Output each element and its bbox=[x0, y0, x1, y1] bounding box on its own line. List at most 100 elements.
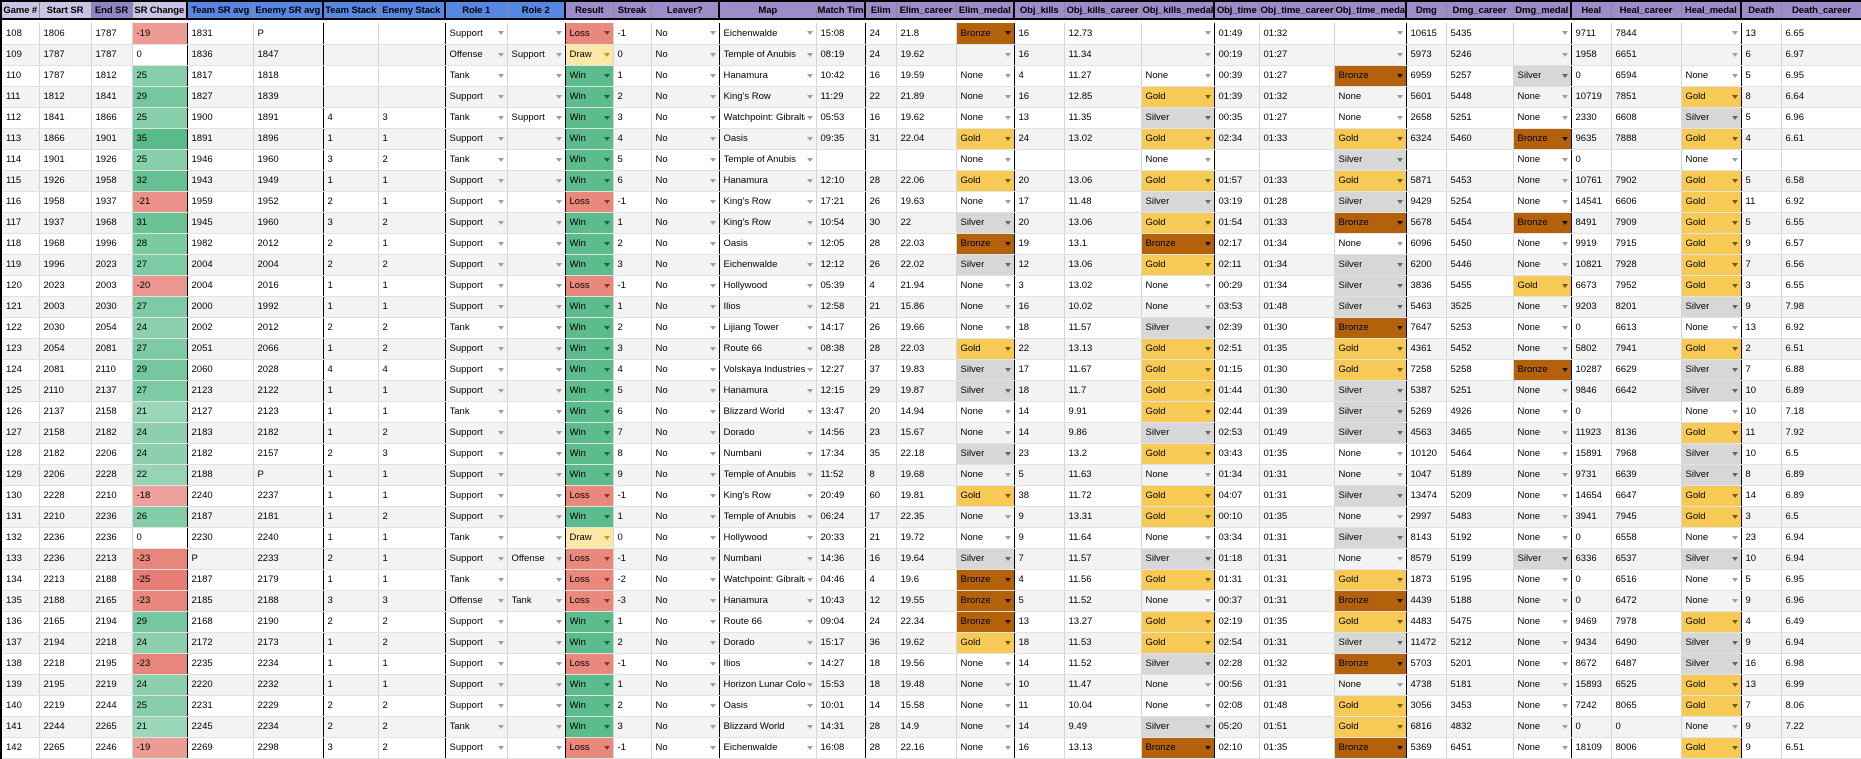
cell-obj_time_medal[interactable]: Gold bbox=[1334, 359, 1407, 381]
cell-streak[interactable]: 1 bbox=[613, 296, 652, 318]
cell-heal_medal[interactable]: Gold bbox=[1681, 485, 1742, 507]
cell-death_career[interactable]: 7.22 bbox=[1781, 716, 1861, 738]
cell-role1[interactable]: Support bbox=[445, 737, 508, 759]
cell-obj_kills_career[interactable]: 13.13 bbox=[1064, 338, 1142, 360]
cell-obj_kills_career[interactable]: 11.53 bbox=[1064, 632, 1142, 654]
cell-sr_change[interactable]: 25 bbox=[132, 65, 188, 87]
cell-heal[interactable]: 0 bbox=[1571, 149, 1612, 171]
cell-map[interactable]: Watchpoint: Gibraltar bbox=[719, 569, 817, 591]
cell-obj_kills_career[interactable]: 11.7 bbox=[1064, 380, 1142, 402]
cell-game[interactable]: 138 bbox=[0, 653, 40, 675]
cell-team_stack[interactable]: 1 bbox=[323, 527, 379, 549]
cell-leaver[interactable]: No bbox=[651, 212, 720, 234]
cell-team_stack[interactable]: 3 bbox=[323, 737, 379, 759]
cell-start_sr[interactable]: 1787 bbox=[39, 44, 92, 66]
cell-end_sr[interactable]: 2081 bbox=[91, 338, 133, 360]
cell-role2[interactable] bbox=[507, 170, 566, 192]
cell-heal_career[interactable]: 6651 bbox=[1611, 44, 1682, 66]
cell-end_sr[interactable]: 2165 bbox=[91, 590, 133, 612]
cell-obj_kills_medal[interactable]: Gold bbox=[1141, 128, 1215, 150]
cell-heal[interactable]: 2330 bbox=[1571, 107, 1612, 129]
cell-dmg_career[interactable]: 5446 bbox=[1446, 254, 1514, 276]
cell-obj_kills[interactable]: 9 bbox=[1014, 506, 1065, 528]
cell-team_stack[interactable]: 1 bbox=[323, 275, 379, 297]
cell-match_time[interactable]: 05:53 bbox=[816, 107, 866, 129]
cell-death[interactable]: 9 bbox=[1741, 737, 1782, 759]
cell-match_time[interactable]: 15:53 bbox=[816, 674, 866, 696]
cell-result[interactable]: Win bbox=[565, 296, 614, 318]
cell-result[interactable]: Loss bbox=[565, 23, 614, 45]
cell-role1[interactable]: Support bbox=[445, 506, 508, 528]
cell-team_stack[interactable] bbox=[323, 86, 379, 108]
cell-team_stack[interactable]: 2 bbox=[323, 191, 379, 213]
cell-obj_kills[interactable]: 18 bbox=[1014, 632, 1065, 654]
cell-elim_medal[interactable]: Silver bbox=[956, 380, 1015, 402]
cell-match_time[interactable]: 10:54 bbox=[816, 212, 866, 234]
cell-map[interactable]: Dorado bbox=[719, 422, 817, 444]
cell-role2[interactable] bbox=[507, 359, 566, 381]
cell-obj_time[interactable]: 02:53 bbox=[1214, 422, 1260, 444]
cell-enemy_stack[interactable]: 2 bbox=[378, 506, 446, 528]
cell-role2[interactable] bbox=[507, 632, 566, 654]
cell-heal[interactable]: 0 bbox=[1571, 65, 1612, 87]
cell-start_sr[interactable]: 2236 bbox=[39, 548, 92, 570]
cell-leaver[interactable]: No bbox=[651, 464, 720, 486]
cell-dmg_career[interactable]: 5258 bbox=[1446, 359, 1514, 381]
cell-result[interactable]: Win bbox=[565, 170, 614, 192]
cell-sr_change[interactable]: -21 bbox=[132, 191, 188, 213]
cell-enemy_stack[interactable]: 2 bbox=[378, 317, 446, 339]
cell-result[interactable]: Win bbox=[565, 149, 614, 171]
cell-enemy_stack[interactable]: 1 bbox=[378, 485, 446, 507]
cell-leaver[interactable]: No bbox=[651, 254, 720, 276]
cell-obj_time[interactable]: 02:54 bbox=[1214, 632, 1260, 654]
cell-heal[interactable]: 15893 bbox=[1571, 674, 1612, 696]
cell-leaver[interactable]: No bbox=[651, 527, 720, 549]
cell-obj_time_career[interactable]: 01:35 bbox=[1259, 338, 1335, 360]
cell-enemy_stack[interactable]: 1 bbox=[378, 527, 446, 549]
cell-team_stack[interactable] bbox=[323, 23, 379, 45]
cell-heal_medal[interactable]: Gold bbox=[1681, 422, 1742, 444]
cell-streak[interactable]: -2 bbox=[613, 569, 652, 591]
cell-death_career[interactable]: 6.92 bbox=[1781, 191, 1861, 213]
cell-dmg_career[interactable]: 5452 bbox=[1446, 338, 1514, 360]
cell-dmg_medal[interactable]: Bronze bbox=[1513, 212, 1572, 234]
cell-leaver[interactable]: No bbox=[651, 233, 720, 255]
cell-heal[interactable]: 0 bbox=[1571, 401, 1612, 423]
cell-obj_time[interactable]: 01:44 bbox=[1214, 380, 1260, 402]
cell-map[interactable]: Horizon Lunar Colony bbox=[719, 674, 817, 696]
cell-streak[interactable]: 0 bbox=[613, 527, 652, 549]
cell-elim_medal[interactable]: None bbox=[956, 296, 1015, 318]
cell-death[interactable]: 13 bbox=[1741, 23, 1782, 45]
cell-obj_kills_career[interactable]: 13.06 bbox=[1064, 212, 1142, 234]
cell-enemy_sr_avg[interactable]: 1847 bbox=[253, 44, 324, 66]
cell-team_sr_avg[interactable]: 2187 bbox=[187, 506, 254, 528]
cell-dmg_medal[interactable]: None bbox=[1513, 422, 1572, 444]
cell-heal_career[interactable]: 6537 bbox=[1611, 548, 1682, 570]
cell-enemy_sr_avg[interactable]: 2240 bbox=[253, 527, 324, 549]
cell-team_stack[interactable]: 1 bbox=[323, 170, 379, 192]
cell-elim_medal[interactable]: Bronze bbox=[956, 233, 1015, 255]
cell-dmg_career[interactable]: 6451 bbox=[1446, 737, 1514, 759]
cell-game[interactable]: 130 bbox=[0, 485, 40, 507]
cell-game[interactable]: 124 bbox=[0, 359, 40, 381]
cell-heal_career[interactable]: 6647 bbox=[1611, 485, 1682, 507]
cell-streak[interactable]: 2 bbox=[613, 317, 652, 339]
cell-team_sr_avg[interactable]: 2230 bbox=[187, 527, 254, 549]
cell-end_sr[interactable]: 2236 bbox=[91, 527, 133, 549]
cell-start_sr[interactable]: 1812 bbox=[39, 86, 92, 108]
cell-sr_change[interactable]: -18 bbox=[132, 485, 188, 507]
cell-obj_time_medal[interactable]: Silver bbox=[1334, 527, 1407, 549]
cell-obj_time_medal[interactable]: Silver bbox=[1334, 275, 1407, 297]
cell-obj_time_career[interactable]: 01:27 bbox=[1259, 44, 1335, 66]
cell-role2[interactable] bbox=[507, 317, 566, 339]
cell-streak[interactable]: 2 bbox=[613, 233, 652, 255]
cell-game[interactable]: 127 bbox=[0, 422, 40, 444]
cell-obj_kills_medal[interactable]: Gold bbox=[1141, 401, 1215, 423]
cell-enemy_stack[interactable]: 1 bbox=[378, 653, 446, 675]
cell-sr_change[interactable]: 27 bbox=[132, 338, 188, 360]
cell-death_career[interactable]: 6.89 bbox=[1781, 380, 1861, 402]
cell-sr_change[interactable]: 21 bbox=[132, 401, 188, 423]
cell-obj_time_career[interactable]: 01:48 bbox=[1259, 296, 1335, 318]
cell-enemy_stack[interactable] bbox=[378, 65, 446, 87]
cell-dmg_career[interactable]: 3465 bbox=[1446, 422, 1514, 444]
